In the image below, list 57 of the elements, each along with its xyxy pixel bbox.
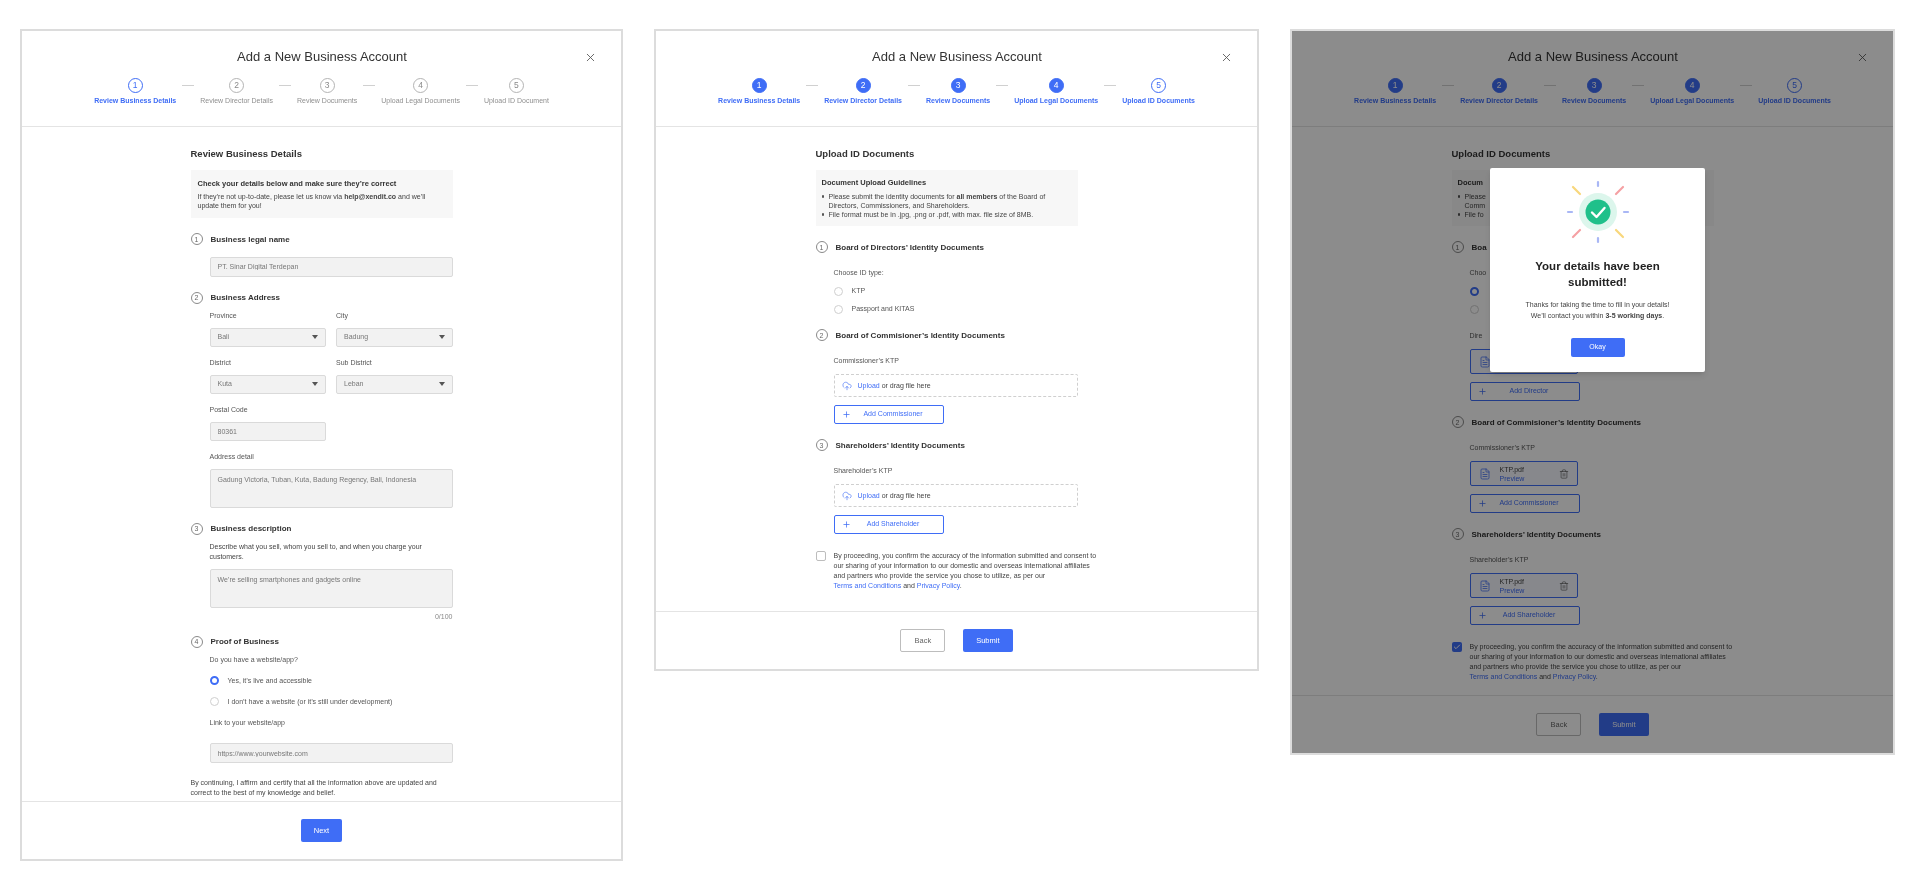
delete-icon[interactable] (1558, 580, 1569, 591)
dialog-title: Add a New Business Account (872, 48, 1042, 66)
checkbox[interactable] (815, 551, 826, 561)
plus-icon (1477, 499, 1487, 508)
step-number: 2 (1491, 78, 1507, 93)
page-heading: Upload ID Documents (815, 148, 916, 160)
bullet-icon (1457, 213, 1460, 216)
success-check-drawing (1565, 180, 1630, 244)
section-title: Business legal name (210, 233, 290, 245)
section-title: Board of Commisioner’s Identity Documents (835, 329, 1005, 341)
step-number: 3 (1586, 78, 1602, 93)
page-heading: Upload ID Documents (1451, 148, 1552, 160)
section-title: Boa (1471, 241, 1487, 253)
step-number: 1 (1387, 78, 1403, 93)
dialog-title: Add a New Business Account (237, 48, 407, 66)
step-number: 4 (413, 78, 429, 93)
section-title: Proof of Business (210, 636, 279, 647)
caret-icon (312, 382, 318, 386)
step-number: 4 (1684, 78, 1700, 93)
step-number: 3 (319, 78, 335, 93)
document-icon (1478, 355, 1491, 368)
radio-button[interactable] (1469, 286, 1479, 296)
step-number: 5 (1151, 78, 1167, 93)
step-number: 5 (508, 78, 524, 93)
caret-icon (438, 382, 445, 386)
section-title: Board of Directors’ Identity Documents (835, 241, 984, 253)
step-number: 3 (950, 78, 966, 93)
section-title: Shareholders’ Identity Documents (835, 439, 965, 451)
upload-icon (841, 380, 852, 391)
plus-icon (1477, 611, 1487, 620)
step-number: 4 (1048, 78, 1064, 93)
bullet-icon (821, 195, 824, 198)
section-title: Business Address (210, 292, 280, 303)
radio-button[interactable] (209, 676, 219, 685)
step-number: 2 (229, 78, 245, 93)
caret-icon (312, 335, 318, 339)
document-icon (1478, 579, 1491, 592)
step-number: 2 (855, 78, 871, 93)
delete-icon[interactable] (1558, 468, 1569, 479)
step-number: 1 (751, 78, 767, 93)
section-title: Board of Commisioner’s Identity Documents (1471, 416, 1641, 428)
plus-icon (841, 410, 851, 419)
step-number: 5 (1787, 78, 1803, 93)
dialog-title: Add a New Business Account (1508, 48, 1678, 66)
section-title: Shareholders’ Identity Documents (1471, 528, 1601, 540)
upload-icon (841, 490, 852, 501)
success-title: Your details have been submitted! (1534, 259, 1661, 290)
plus-icon (841, 520, 851, 529)
document-icon (1478, 467, 1491, 480)
step-number: 1 (127, 78, 143, 93)
bullet-icon (821, 213, 824, 216)
section-title: Business description (210, 523, 292, 534)
plus-icon (1477, 387, 1487, 396)
page-heading: Review Business Details (190, 148, 303, 160)
bullet-icon (1457, 195, 1460, 198)
caret-icon (438, 335, 445, 339)
checkbox[interactable] (1451, 642, 1462, 652)
